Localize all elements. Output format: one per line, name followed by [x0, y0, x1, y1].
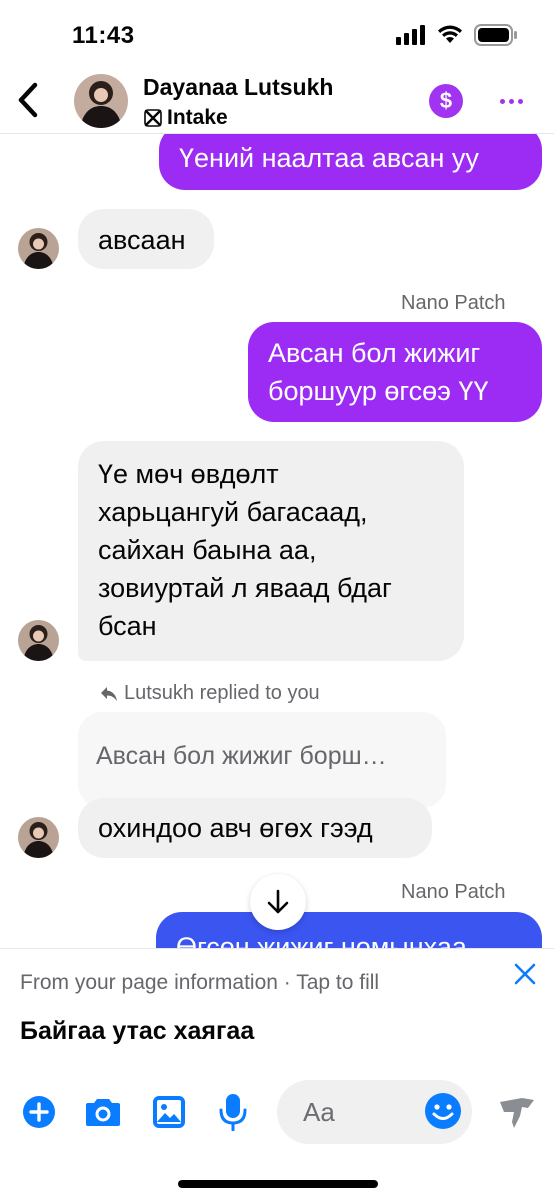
suggested-reply[interactable]: Байгаа утас хаягаа: [20, 1017, 254, 1046]
camera-icon: [86, 1099, 120, 1126]
close-icon: [514, 963, 536, 985]
emoji-button[interactable]: [424, 1092, 464, 1132]
message-bubble-incoming[interactable]: охиндоо авч өгөх гээд: [78, 798, 432, 858]
like-button[interactable]: [497, 1092, 537, 1132]
suggestion-hint: From your page information · Tap to fill: [20, 971, 380, 994]
reply-label-text: Lutsukh replied to you: [124, 682, 320, 704]
arrow-down-icon: [267, 889, 289, 914]
like-icon: [500, 1098, 534, 1128]
contact-name[interactable]: Dayanaa Lutsukh: [143, 74, 333, 101]
channel-label[interactable]: Intake: [143, 106, 228, 130]
back-button[interactable]: [10, 78, 46, 122]
reply-arrow-icon: [101, 686, 117, 701]
contact-photo: [18, 620, 59, 661]
chat-header: Dayanaa Lutsukh Intake $: [0, 72, 554, 134]
message-bubble-incoming[interactable]: Үе мөч өвдөлт харьцангуй багасаад, сайха…: [78, 441, 464, 661]
channel-label-text: Intake: [167, 106, 228, 129]
message-bubble-incoming[interactable]: авсаан: [78, 209, 214, 269]
contact-avatar[interactable]: [18, 228, 59, 269]
sender-label: Nano Patch: [401, 292, 506, 314]
dollar-icon: $: [439, 88, 453, 113]
contact-avatar[interactable]: [18, 817, 59, 858]
message-thread[interactable]: Үений наалтаа авсан уу авсаан Nano Patch…: [0, 0, 554, 948]
contact-avatar[interactable]: [74, 74, 128, 128]
scroll-to-bottom-button[interactable]: [250, 874, 306, 930]
chevron-left-icon: [18, 82, 38, 118]
intake-icon: [144, 109, 162, 127]
voice-button[interactable]: [213, 1092, 253, 1132]
smile-icon: [425, 1093, 461, 1129]
message-line: боршуур өгсөэ ҮҮ: [268, 376, 489, 406]
add-button[interactable]: [19, 1092, 59, 1132]
message-text: охиндоо авч өгөх гээд: [98, 813, 373, 843]
contact-photo: [74, 74, 128, 128]
message-line: бсан: [98, 611, 157, 641]
message-line: харьцангуй багасаад,: [98, 497, 368, 527]
image-icon: [153, 1096, 185, 1128]
message-line: Авсан бол жижиг: [268, 338, 481, 368]
microphone-icon: [219, 1094, 247, 1131]
sender-label: Nano Patch: [401, 881, 506, 903]
message-composer: [0, 1068, 554, 1164]
autofill-suggestion-panel: From your page information · Tap to fill…: [0, 948, 554, 1068]
contact-photo: [18, 817, 59, 858]
gallery-button[interactable]: [149, 1092, 189, 1132]
home-indicator[interactable]: [178, 1180, 378, 1188]
quoted-message[interactable]: Авсан бол жижиг борш…: [78, 712, 446, 808]
more-options-button[interactable]: [496, 84, 526, 118]
contact-avatar[interactable]: [18, 620, 59, 661]
message-line: сайхан баына аа,: [98, 535, 317, 565]
message-bubble-outgoing[interactable]: Авсан бол жижиг боршуур өгсөэ ҮҮ: [248, 322, 542, 422]
close-suggestion-button[interactable]: [510, 959, 540, 989]
message-text: авсаан: [98, 225, 186, 255]
message-line: Үе мөч өвдөлт: [98, 459, 279, 489]
reply-label: Lutsukh replied to you: [100, 682, 320, 705]
message-text: Үений наалтаа авсан уу: [179, 143, 479, 173]
payment-button[interactable]: $: [429, 84, 463, 118]
message-text: Өгсөн жижиг номынхаа: [176, 932, 467, 948]
camera-button[interactable]: [83, 1092, 123, 1132]
plus-circle-icon: [23, 1096, 55, 1128]
message-bubble-outgoing[interactable]: Өгсөн жижиг номынхаа: [156, 912, 542, 948]
message-line: зовиуртай л яваад бдаг: [98, 573, 392, 603]
contact-photo: [18, 228, 59, 269]
more-dots-icon: [499, 98, 505, 104]
